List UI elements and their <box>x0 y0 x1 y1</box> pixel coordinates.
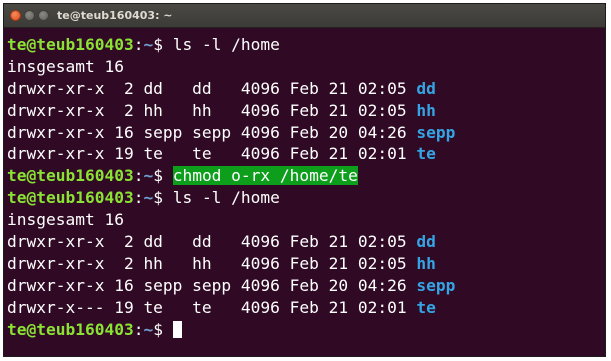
directory-name: te <box>416 144 436 164</box>
output-text: insgesamt 16 <box>7 210 124 230</box>
title-bar[interactable]: te@teub160403: ~ <box>4 4 605 28</box>
prompt-user-host: te@teub160403 <box>7 319 134 339</box>
prompt-path: ~ <box>143 319 154 339</box>
prompt-separator: : <box>133 166 144 186</box>
listing-attributes: drwxr-xr-x 2 dd dd 4096 Feb 21 02:05 <box>7 78 417 98</box>
listing-row: drwxr-xr-x 16 sepp sepp 4096 Feb 20 04:2… <box>7 122 605 144</box>
prompt-symbol: $ <box>153 35 173 54</box>
close-icon[interactable] <box>10 10 21 21</box>
prompt-path: ~ <box>143 166 154 186</box>
prompt-line: te@teub160403:~$ <box>7 319 605 341</box>
listing-row: drwxr-xr-x 2 hh hh 4096 Feb 21 02:05 hh <box>7 100 605 122</box>
listing-attributes: drwxr-xr-x 19 te te 4096 Feb 21 02:01 <box>7 144 417 164</box>
listing-row: drwxr-xr-x 2 dd dd 4096 Feb 21 02:05 dd <box>7 231 605 253</box>
prompt-user-host: te@teub160403 <box>7 166 134 186</box>
directory-name: dd <box>416 232 436 252</box>
output-line: insgesamt 16 <box>7 209 605 231</box>
window-title: te@teub160403: ~ <box>57 9 173 22</box>
listing-attributes: drwxr-xr-x 2 hh hh 4096 Feb 21 02:05 <box>7 100 417 120</box>
prompt-path: ~ <box>143 35 154 54</box>
prompt-symbol: $ <box>153 319 173 339</box>
output-line: insgesamt 16 <box>7 56 605 78</box>
listing-attributes: drwxr-xr-x 16 sepp sepp 4096 Feb 20 04:2… <box>7 275 417 295</box>
command-text: ls -l /home <box>172 188 280 208</box>
prompt-separator: : <box>133 35 144 54</box>
text-cursor <box>172 320 182 338</box>
highlighted-command: chmod o-rx /home/te <box>172 166 358 186</box>
prompt-separator: : <box>133 188 144 208</box>
prompt-line: te@teub160403:~$ ls -l /home <box>7 34 605 56</box>
minimize-icon[interactable] <box>24 10 35 21</box>
directory-name: hh <box>416 253 436 273</box>
listing-row: drwxr-x--- 19 te te 4096 Feb 21 02:01 te <box>7 297 605 319</box>
listing-attributes: drwxr-xr-x 16 sepp sepp 4096 Feb 20 04:2… <box>7 122 417 142</box>
prompt-symbol: $ <box>153 166 173 186</box>
terminal-output[interactable]: te@teub160403:~$ ls -l /home insgesamt 16… <box>7 34 605 356</box>
directory-name: te <box>416 297 436 317</box>
directory-name: hh <box>416 100 436 120</box>
listing-row: drwxr-xr-x 2 dd dd 4096 Feb 21 02:05 dd <box>7 78 605 100</box>
prompt-user-host: te@teub160403 <box>7 35 134 54</box>
listing-row: drwxr-xr-x 19 te te 4096 Feb 21 02:01 te <box>7 143 605 165</box>
listing-row: drwxr-xr-x 2 hh hh 4096 Feb 21 02:05 hh <box>7 253 605 275</box>
prompt-line: te@teub160403:~$ chmod o-rx /home/te <box>7 165 605 187</box>
prompt-separator: : <box>133 319 144 339</box>
prompt-path: ~ <box>143 188 154 208</box>
command-text: ls -l /home <box>172 35 280 54</box>
listing-attributes: drwxr-xr-x 2 dd dd 4096 Feb 21 02:05 <box>7 232 417 252</box>
output-text: insgesamt 16 <box>7 56 124 76</box>
terminal-window: te@teub160403: ~ te@teub160403:~$ ls -l … <box>3 3 606 357</box>
listing-row: drwxr-xr-x 16 sepp sepp 4096 Feb 20 04:2… <box>7 275 605 297</box>
directory-name: dd <box>416 78 436 98</box>
maximize-icon[interactable] <box>38 10 49 21</box>
directory-name: sepp <box>416 122 456 142</box>
directory-name: sepp <box>416 275 456 295</box>
listing-attributes: drwxr-x--- 19 te te 4096 Feb 21 02:01 <box>7 297 417 317</box>
listing-attributes: drwxr-xr-x 2 hh hh 4096 Feb 21 02:05 <box>7 253 417 273</box>
prompt-symbol: $ <box>153 188 173 208</box>
prompt-user-host: te@teub160403 <box>7 188 134 208</box>
prompt-line: te@teub160403:~$ ls -l /home <box>7 187 605 209</box>
